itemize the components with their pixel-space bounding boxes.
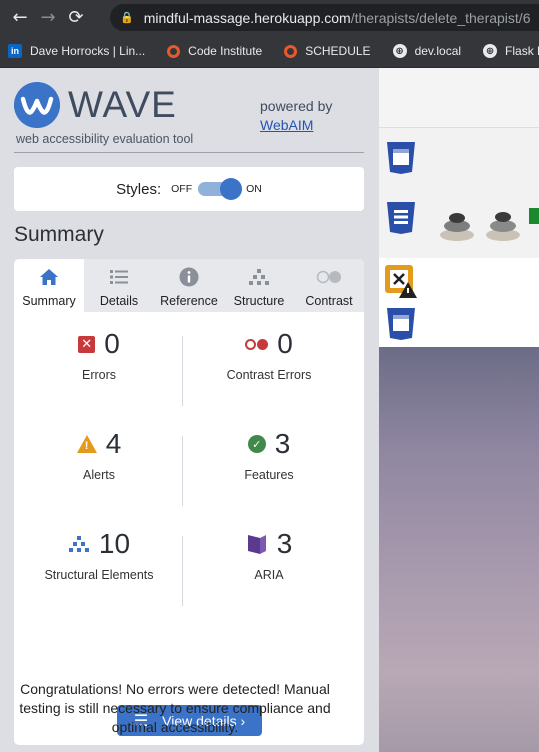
- web-page: [379, 68, 539, 752]
- contrast-errors-label: Contrast Errors: [226, 368, 312, 382]
- alert-icon: !: [76, 435, 97, 453]
- summary-card: Summary Details Reference Structure Cont…: [14, 259, 364, 745]
- structural-label: Structural Elements: [44, 568, 154, 582]
- wave-logo-icon: [14, 82, 60, 128]
- hierarchy-icon: [248, 267, 270, 287]
- address-bar[interactable]: 🔒 mindful-massage.herokuapp.com/therapis…: [110, 4, 539, 31]
- bookmark-label: Dave Horrocks | Lin...: [30, 44, 146, 58]
- structural-count: 10: [98, 528, 131, 559]
- globe-icon: ⊕: [483, 44, 498, 58]
- structure-marker-icon[interactable]: [384, 140, 418, 174]
- lock-icon: 🔒: [120, 11, 134, 24]
- summary-heading: Summary: [14, 223, 104, 246]
- bookmark-code-institute[interactable]: Code Institute: [167, 44, 262, 58]
- alerts-count: 4: [105, 428, 122, 459]
- wave-title: WAVE: [68, 84, 177, 125]
- panel-tabs: Summary Details Reference Structure Cont…: [14, 259, 364, 312]
- tab-label: Details: [99, 294, 139, 308]
- contrast-error-icon: [245, 338, 269, 350]
- url-path: /therapists/delete_therapist/6: [350, 9, 531, 26]
- error-icon: ✕: [78, 335, 96, 353]
- styles-on-label: ON: [246, 183, 262, 195]
- features-count: 3: [274, 428, 291, 459]
- wave-header: WAVE web accessibility evaluation tool p…: [14, 82, 364, 152]
- tab-label: Reference: [160, 294, 218, 308]
- styles-off-label: OFF: [171, 183, 193, 195]
- bookmark-flask-local[interactable]: ⊕ Flask Loca: [483, 44, 539, 58]
- contrast-icon: [316, 267, 342, 287]
- structure-marker-icon[interactable]: [384, 306, 418, 340]
- aria-label: ARIA: [254, 568, 284, 582]
- stat-alerts[interactable]: ! 4 Alerts: [14, 412, 184, 512]
- bookmark-label: dev.local: [414, 44, 462, 58]
- wave-panel: WAVE web accessibility evaluation tool p…: [0, 68, 379, 752]
- header-divider: [14, 152, 364, 153]
- tab-label: Contrast: [305, 294, 353, 308]
- bookmark-label: Flask Loca: [505, 44, 539, 58]
- stat-errors[interactable]: ✕ 0 Errors: [14, 312, 184, 412]
- tab-structure[interactable]: Structure: [224, 259, 294, 312]
- structure-icon: [68, 536, 89, 552]
- stat-aria[interactable]: 3 ARIA: [184, 512, 354, 612]
- errors-label: Errors: [81, 368, 117, 382]
- bookmark-dev-local[interactable]: ⊕ dev.local: [392, 44, 462, 58]
- alert-marker-icon[interactable]: [384, 264, 418, 298]
- tab-details[interactable]: Details: [84, 259, 154, 312]
- feature-check-icon: ✓: [247, 435, 266, 453]
- url-host: mindful-massage.herokuapp.com: [143, 9, 351, 26]
- schedule-icon: [284, 44, 298, 58]
- toggle-knob[interactable]: [220, 178, 243, 200]
- bookmark-label: SCHEDULE: [305, 44, 371, 58]
- tab-reference[interactable]: Reference: [154, 259, 224, 312]
- stat-contrast-errors[interactable]: 0 Contrast Errors: [184, 312, 354, 412]
- wave-tagline: web accessibility evaluation tool: [16, 132, 194, 146]
- globe-icon: ⊕: [392, 44, 407, 58]
- styles-toggle-box: Styles: OFF ON: [14, 167, 364, 211]
- tab-summary[interactable]: Summary: [14, 259, 84, 312]
- code-institute-icon: [167, 44, 181, 58]
- bookmark-label: Code Institute: [188, 44, 263, 58]
- styles-toggle[interactable]: [198, 178, 243, 200]
- forward-icon[interactable]: →: [34, 4, 62, 32]
- aria-count: 3: [276, 528, 293, 559]
- stat-features[interactable]: ✓ 3 Features: [184, 412, 354, 512]
- bookmark-linkedin[interactable]: in Dave Horrocks | Lin...: [8, 44, 145, 58]
- powered-by-label: powered by: [260, 98, 333, 114]
- styles-label: Styles:: [116, 180, 162, 198]
- page-header: [379, 68, 539, 128]
- errors-count: 0: [104, 328, 120, 359]
- stones-image: [440, 212, 520, 241]
- feature-marker-icon[interactable]: [529, 208, 539, 224]
- home-icon: [39, 267, 59, 287]
- reload-icon[interactable]: ⟳: [62, 4, 90, 32]
- bookmarks-bar: in Dave Horrocks | Lin... Code Institute …: [0, 35, 539, 68]
- hero-background-image: [379, 347, 539, 752]
- linkedin-icon: in: [8, 44, 22, 58]
- summary-stats: ✕ 0 Errors 0 Contrast Errors ! 4 Alerts …: [14, 312, 364, 612]
- tab-contrast[interactable]: Contrast: [294, 259, 364, 312]
- list-marker-icon[interactable]: [384, 200, 418, 234]
- stat-structural[interactable]: 10 Structural Elements: [14, 512, 184, 612]
- back-icon[interactable]: ←: [6, 4, 34, 32]
- list-icon: [109, 267, 129, 287]
- congratulations-message: Congratulations! No errors were detected…: [19, 681, 331, 735]
- aria-icon: [247, 535, 266, 554]
- webaim-link[interactable]: WebAIM: [260, 117, 313, 133]
- bookmark-schedule[interactable]: SCHEDULE: [284, 44, 371, 58]
- info-icon: [179, 267, 199, 287]
- contrast-errors-count: 0: [277, 328, 293, 359]
- tab-label: Summary: [22, 294, 76, 308]
- browser-toolbar: ← → ⟳ 🔒 mindful-massage.herokuapp.com/th…: [0, 0, 539, 35]
- features-label: Features: [244, 468, 294, 482]
- alerts-label: Alerts: [83, 468, 115, 482]
- tab-label: Structure: [233, 294, 285, 308]
